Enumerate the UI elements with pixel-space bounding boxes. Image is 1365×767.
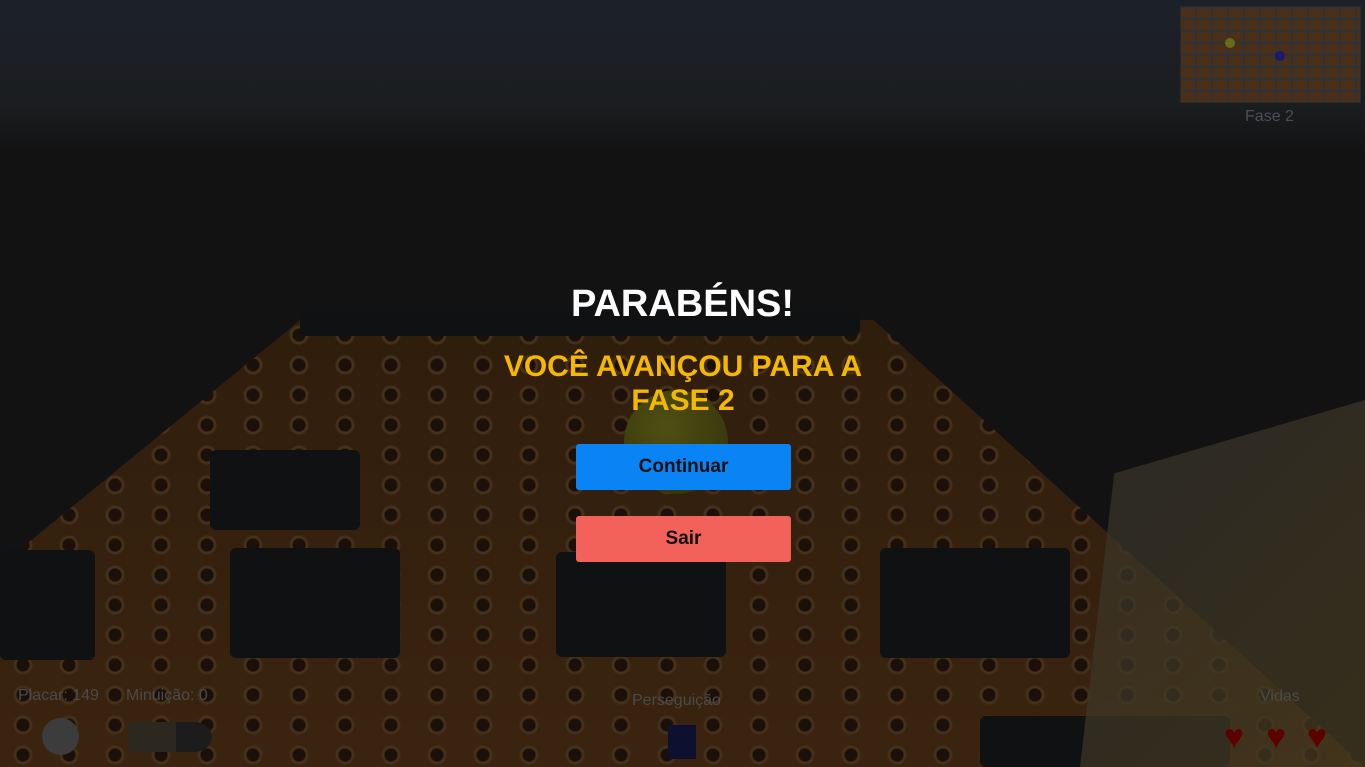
score-label: Placar: 149 [18,687,99,704]
congrats-title: PARABÉNS! [570,283,795,325]
bullet-icon [128,722,212,752]
minimap-player [1225,38,1235,48]
minimap [1180,6,1361,103]
exit-button[interactable]: Sair [576,516,791,562]
continue-button[interactable]: Continuar [576,444,791,490]
ammo-label: Minuição: 0 [126,687,208,704]
ghost-icon [668,725,696,759]
advance-message: VOCÊ AVANÇOU PARA A FASE 2 [503,350,863,417]
minimap-enemy [1275,51,1285,61]
lives-label: Vidas [1260,688,1300,705]
phase-label: Fase 2 [1245,108,1294,125]
heart-icon: ♥ [1307,718,1328,756]
joystick-icon[interactable] [42,718,79,755]
heart-icon: ♥ [1266,718,1287,756]
heart-icon: ♥ [1224,718,1245,756]
chase-label: Perseguição [632,692,721,709]
